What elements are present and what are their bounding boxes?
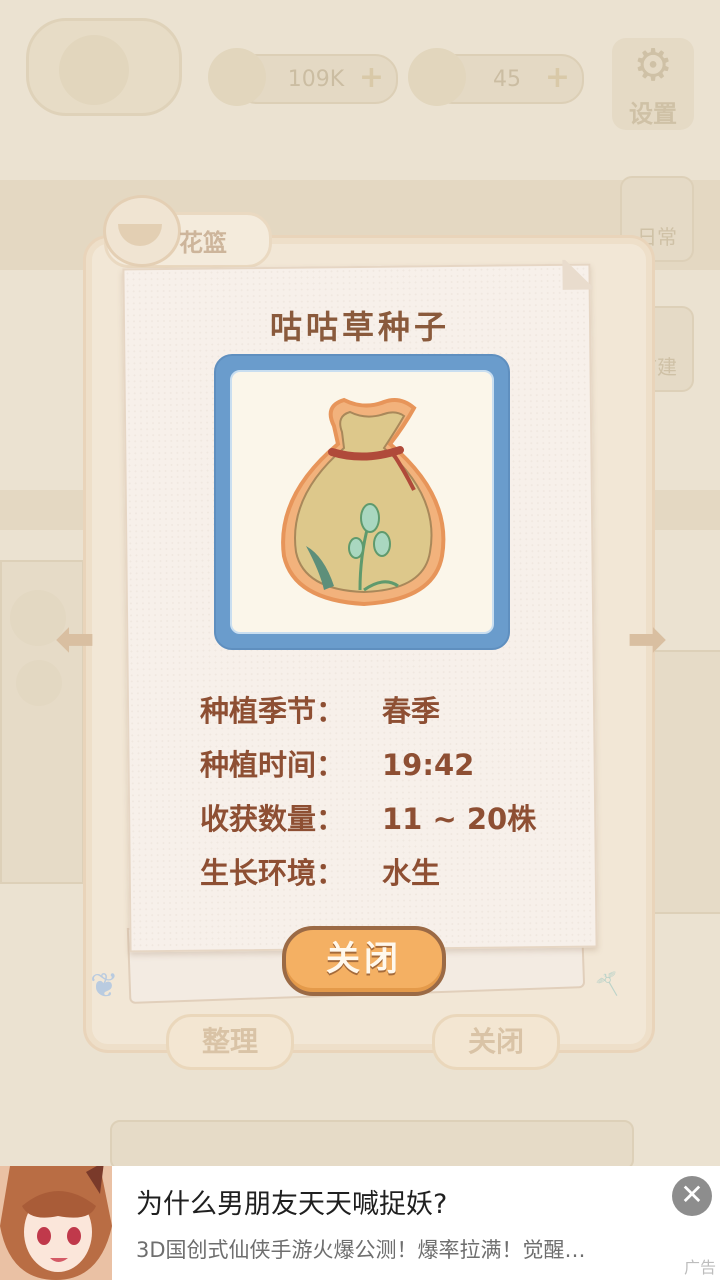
basket-icon <box>103 195 181 267</box>
cheese-add-icon[interactable]: + <box>545 63 570 93</box>
previous-arrow-icon[interactable]: ⬅ <box>48 612 102 666</box>
sort-button[interactable]: 整理 <box>166 1014 294 1070</box>
detail-close-button[interactable]: 关闭 <box>282 926 446 996</box>
basket-close-button[interactable]: 关闭 <box>432 1014 560 1070</box>
item-detail-card: 咕咕草种子 种植季节： 春季 种植时间： 19:42 收获数量： 11 ~ 20… <box>90 259 634 1011</box>
ad-description[interactable]: 3D国创式仙侠手游火爆公测！爆率拉满！觉醒… <box>136 1234 616 1264</box>
sort-button-label: 整理 <box>201 1025 258 1058</box>
cheese-counter-value: 45 <box>493 66 521 92</box>
paper-curl <box>562 259 593 290</box>
item-icon-background <box>230 370 494 634</box>
info-value: 11 ~ 20株 <box>382 802 537 836</box>
ad-title[interactable]: 为什么男朋友天天喊捉妖? <box>136 1182 447 1221</box>
settings-label: 设置 <box>629 100 677 128</box>
background-bottom-bar <box>110 1120 634 1170</box>
ad-character-image <box>0 1166 112 1280</box>
info-label: 种植季节： <box>200 694 346 728</box>
fish-add-icon[interactable]: + <box>359 63 384 93</box>
info-row-environment: 生长环境： 水生 <box>200 850 440 892</box>
cheese-icon <box>408 48 466 106</box>
fish-counter-value: 109K <box>287 66 345 92</box>
gear-icon: ⚙ <box>633 40 673 91</box>
info-row-season: 种植季节： 春季 <box>200 688 440 730</box>
butterfly-icon: ❦ <box>90 966 119 1006</box>
leaf-logo-icon <box>59 35 129 105</box>
info-row-harvest: 收获数量： 11 ~ 20株 <box>200 796 536 838</box>
basket-tab-label: 花篮 <box>179 229 227 257</box>
top-hud: 109K + 45 + ⚙ 设置 <box>0 0 720 140</box>
info-value: 春季 <box>382 694 441 728</box>
ad-thumbnail[interactable] <box>0 1166 112 1280</box>
fish-bone-icon <box>208 48 266 106</box>
basket-tab[interactable]: 花篮 <box>103 195 272 268</box>
info-label: 生长环境： <box>200 856 346 890</box>
ad-close-icon[interactable]: ✕ <box>672 1176 712 1216</box>
ad-label: 广告 <box>683 1258 716 1277</box>
background-building-right <box>640 650 720 914</box>
ad-banner[interactable]: 为什么男朋友天天喊捉妖? 3D国创式仙侠手游火爆公测！爆率拉满！觉醒… <box>0 1166 720 1280</box>
info-value: 19:42 <box>382 748 475 782</box>
info-value: 水生 <box>382 856 441 890</box>
item-icon-frame <box>214 354 510 650</box>
game-logo <box>26 18 182 116</box>
info-row-time: 种植时间： 19:42 <box>200 742 474 784</box>
basket-close-button-label: 关闭 <box>467 1025 524 1058</box>
next-arrow-icon[interactable]: ➡ <box>620 612 674 666</box>
settings-button[interactable]: ⚙ 设置 <box>612 38 694 130</box>
info-label: 种植时间： <box>200 748 346 782</box>
info-label: 收获数量： <box>200 802 346 836</box>
item-title: 咕咕草种子 <box>269 308 450 346</box>
seed-bag-icon <box>281 397 446 607</box>
